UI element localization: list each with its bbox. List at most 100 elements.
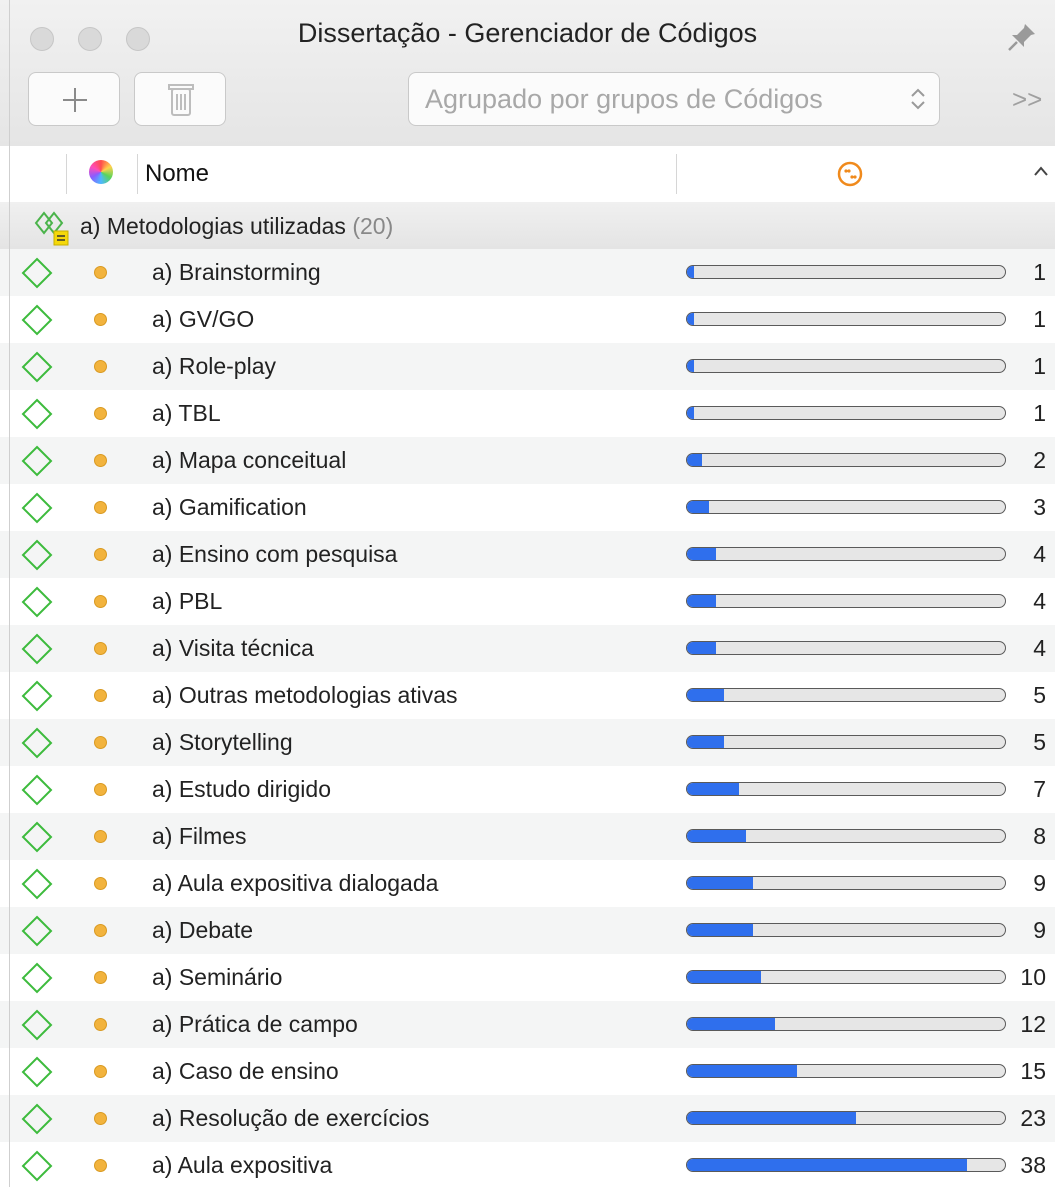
code-diamond-icon: [21, 539, 53, 571]
grouping-select[interactable]: Agrupado por grupos de Códigos: [408, 72, 940, 126]
code-color-dot[interactable]: [94, 830, 107, 843]
code-frequency: 1: [1033, 306, 1046, 332]
code-diamond-icon: [21, 962, 53, 994]
code-color-dot[interactable]: [94, 454, 107, 467]
code-frequency: 2: [1033, 447, 1046, 473]
code-row[interactable]: a) PBL 4: [0, 578, 1055, 625]
frequency-bar-fill: [687, 783, 739, 795]
window-title: Dissertação - Gerenciador de Códigos: [297, 18, 758, 48]
chevron-up-icon[interactable]: [1032, 164, 1050, 178]
code-color-dot[interactable]: [94, 313, 107, 326]
code-diamond-icon: [21, 680, 53, 712]
pin-icon[interactable]: [1005, 20, 1039, 54]
code-group-name: a) Metodologias utilizadas: [80, 213, 346, 239]
code-row[interactable]: a) TBL 1: [0, 390, 1055, 437]
code-frequency: 3: [1033, 494, 1046, 520]
toolbar-overflow-button[interactable]: >>: [1012, 84, 1042, 115]
frequency-bar: [686, 735, 1006, 749]
delete-code-button[interactable]: [134, 72, 226, 126]
code-row[interactable]: a) Resolução de exercícios 23: [0, 1095, 1055, 1142]
code-color-dot[interactable]: [94, 971, 107, 984]
code-diamond-icon: [21, 868, 53, 900]
code-color-dot[interactable]: [94, 642, 107, 655]
code-diamond-icon: [21, 586, 53, 618]
code-frequency: 1: [1033, 400, 1046, 426]
code-row[interactable]: a) Aula expositiva 38: [0, 1142, 1055, 1189]
code-color-dot[interactable]: [94, 548, 107, 561]
code-color-dot[interactable]: [94, 595, 107, 608]
code-name: a) Outras metodologias ativas: [152, 682, 458, 708]
name-column-header[interactable]: Nome: [145, 160, 209, 188]
color-wheel-icon[interactable]: [89, 160, 113, 184]
code-row[interactable]: a) Visita técnica 4: [0, 625, 1055, 672]
code-diamond-icon: [21, 492, 53, 524]
code-frequency: 7: [1033, 776, 1046, 802]
code-name: a) Filmes: [152, 823, 247, 849]
code-row[interactable]: a) Filmes 8: [0, 813, 1055, 860]
code-color-dot[interactable]: [94, 1159, 107, 1172]
frequency-bar: [686, 453, 1006, 467]
code-frequency: 4: [1033, 635, 1046, 661]
code-name: a) Prática de campo: [152, 1011, 358, 1037]
window-left-border: [9, 0, 10, 1187]
code-color-dot[interactable]: [94, 407, 107, 420]
code-row[interactable]: a) Debate 9: [0, 907, 1055, 954]
code-diamond-icon: [21, 774, 53, 806]
code-row[interactable]: a) Aula expositiva dialogada 9: [0, 860, 1055, 907]
frequency-bar: [686, 500, 1006, 514]
frequency-bar: [686, 876, 1006, 890]
code-frequency: 5: [1033, 729, 1046, 755]
code-color-dot[interactable]: [94, 360, 107, 373]
code-color-dot[interactable]: [94, 1065, 107, 1078]
code-row[interactable]: a) Prática de campo 12: [0, 1001, 1055, 1048]
code-row[interactable]: a) Seminário 10: [0, 954, 1055, 1001]
code-frequency: 38: [1020, 1152, 1046, 1178]
code-color-dot[interactable]: [94, 266, 107, 279]
code-color-dot[interactable]: [94, 501, 107, 514]
frequency-bar: [686, 265, 1006, 279]
code-row[interactable]: a) Ensino com pesquisa 4: [0, 531, 1055, 578]
frequency-bar-fill: [687, 924, 754, 936]
code-color-dot[interactable]: [94, 924, 107, 937]
code-row[interactable]: a) Caso de ensino 15: [0, 1048, 1055, 1095]
code-color-dot[interactable]: [94, 877, 107, 890]
code-name: a) Resolução de exercícios: [152, 1105, 430, 1131]
frequency-bar-fill: [687, 1018, 776, 1030]
code-diamond-icon: [21, 821, 53, 853]
code-color-dot[interactable]: [94, 689, 107, 702]
frequency-bar-fill: [687, 1065, 798, 1077]
code-row[interactable]: a) Role-play 1: [0, 343, 1055, 390]
code-row[interactable]: a) Outras metodologias ativas 5: [0, 672, 1055, 719]
plus-icon: [63, 88, 87, 112]
column-separator[interactable]: [676, 154, 677, 194]
frequency-bar: [686, 641, 1006, 655]
code-color-dot[interactable]: [94, 1018, 107, 1031]
code-diamond-icon: [21, 351, 53, 383]
code-color-dot[interactable]: [94, 783, 107, 796]
code-color-dot[interactable]: [94, 1112, 107, 1125]
code-row[interactable]: a) Storytelling 5: [0, 719, 1055, 766]
code-row[interactable]: a) Estudo dirigido 7: [0, 766, 1055, 813]
code-name: a) Storytelling: [152, 729, 293, 755]
frequency-icon[interactable]: [836, 160, 864, 188]
code-name: a) Ensino com pesquisa: [152, 541, 398, 567]
column-separator[interactable]: [66, 154, 67, 194]
frequency-bar: [686, 1111, 1006, 1125]
frequency-bar-fill: [687, 360, 695, 372]
code-row[interactable]: a) Mapa conceitual 2: [0, 437, 1055, 484]
code-row[interactable]: a) Brainstorming 1: [0, 249, 1055, 296]
code-group-count: (20): [352, 213, 394, 239]
code-diamond-icon: [21, 727, 53, 759]
code-group-row[interactable]: a) Metodologias utilizadas (20): [0, 202, 1055, 250]
code-frequency: 4: [1033, 541, 1046, 567]
code-color-dot[interactable]: [94, 736, 107, 749]
column-separator[interactable]: [137, 154, 138, 194]
title-bar: Dissertação - Gerenciador de Códigos Agr…: [0, 0, 1055, 147]
code-name: a) Role-play: [152, 353, 276, 379]
add-code-button[interactable]: [28, 72, 120, 126]
frequency-bar-fill: [687, 642, 717, 654]
select-arrows-icon: [911, 88, 925, 110]
code-row[interactable]: a) Gamification 3: [0, 484, 1055, 531]
code-row[interactable]: a) GV/GO 1: [0, 296, 1055, 343]
code-frequency: 12: [1020, 1011, 1046, 1037]
